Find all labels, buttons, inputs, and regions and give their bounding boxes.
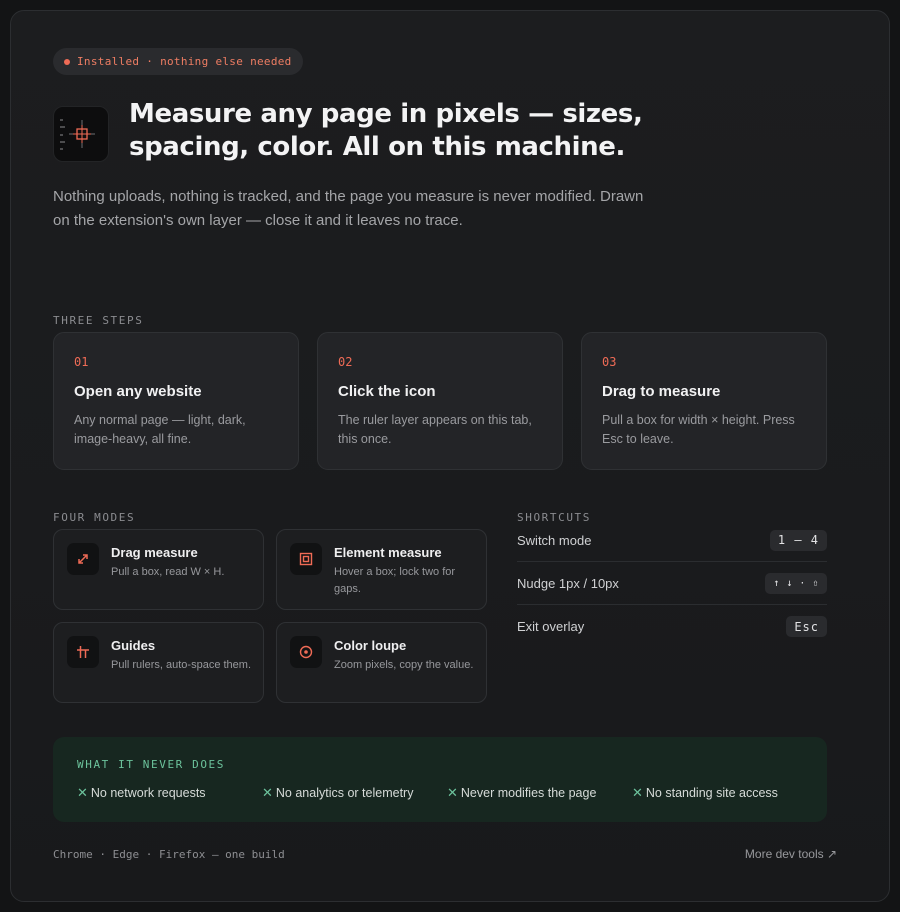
never-item-label: No standing site access: [645, 786, 778, 800]
step-description: Any normal page — light, dark, image-hea…: [74, 413, 246, 446]
step-card-2: 02 Click the icon The ruler layer appear…: [317, 332, 563, 470]
mode-description: Hover a box; lock two for gaps.: [334, 566, 456, 595]
color-loupe-icon: [290, 636, 322, 668]
cross-icon: ✕: [632, 785, 643, 800]
mode-title: Drag measure: [111, 545, 198, 560]
mode-description: Pull rulers, auto-space them.: [111, 659, 252, 671]
cross-icon: ✕: [262, 785, 273, 800]
shortcut-keys: Esc: [786, 616, 827, 637]
never-item: ✕ No network requests: [77, 785, 206, 801]
never-does-label: WHAT IT NEVER DOES: [77, 758, 226, 771]
element-box-icon: [290, 543, 322, 575]
mode-description: Zoom pixels, copy the value.: [334, 659, 474, 671]
never-item-label: Never modifies the page: [460, 786, 597, 800]
never-does-panel: WHAT IT NEVER DOES ✕ No network requests…: [53, 737, 827, 822]
step-number: 03: [602, 355, 617, 369]
page-title: Measure any page in pixels — sizes, spac…: [129, 99, 643, 162]
step-card-3: 03 Drag to measure Pull a box for width …: [581, 332, 827, 470]
steps-section-label: THREE STEPS: [53, 314, 144, 327]
mode-card-guides[interactable]: Guides Pull rulers, auto-space them.: [53, 622, 264, 703]
mode-card-element-measure[interactable]: Element measure Hover a box; lock two fo…: [276, 529, 487, 610]
modes-section-label: FOUR MODES: [53, 511, 136, 524]
step-number: 01: [74, 355, 89, 369]
mode-title: Guides: [111, 638, 156, 653]
cross-icon: ✕: [77, 785, 88, 800]
guides-icon: [67, 636, 99, 668]
cross-icon: ✕: [447, 785, 458, 800]
supported-browsers: Chrome · Edge · Firefox — one build: [53, 848, 285, 861]
mode-card-color-loupe[interactable]: Color loupe Zoom pixels, copy the value.: [276, 622, 487, 703]
step-description: The ruler layer appears on this tab, thi…: [338, 413, 532, 446]
mode-title: Element measure: [334, 545, 442, 560]
mode-card-drag-measure[interactable]: Drag measure Pull a box, read W × H.: [53, 529, 264, 610]
shortcut-action: Switch mode: [517, 532, 592, 548]
status-badge: Installed · nothing else needed: [53, 48, 303, 75]
step-title: Click the icon: [338, 383, 436, 400]
status-dot-icon: [64, 58, 70, 65]
page-subtitle: Nothing uploads, nothing is tracked, and…: [53, 188, 644, 229]
shortcut-action: Nudge 1px / 10px: [517, 575, 619, 591]
mode-description: Pull a box, read W × H.: [111, 566, 225, 578]
never-item: ✕ No standing site access: [632, 785, 778, 801]
shortcut-action: Exit overlay: [517, 619, 585, 634]
shortcut-keys: ↑ ↓ · ⇧: [765, 572, 827, 594]
never-item-label: No network requests: [90, 786, 206, 800]
more-dev-tools-link[interactable]: More dev tools ↗: [745, 847, 837, 861]
step-title: Drag to measure: [602, 383, 721, 400]
crosshair-ruler-icon: [53, 106, 109, 162]
shortcut-row-switch-mode: Switch mode 1 – 4: [517, 519, 827, 562]
drag-arrows-icon: [67, 543, 99, 575]
step-description: Pull a box for width × height. Press Esc…: [602, 413, 795, 446]
shortcut-row-nudge: Nudge 1px / 10px ↑ ↓ · ⇧: [517, 562, 827, 605]
shortcut-keys: 1 – 4: [769, 529, 827, 551]
shortcut-row-exit: Exit overlay Esc: [517, 605, 827, 648]
step-title: Open any website: [74, 383, 202, 400]
status-badge-label: Installed · nothing else needed: [77, 55, 292, 68]
step-card-1: 01 Open any website Any normal page — li…: [53, 332, 299, 470]
never-item-label: No analytics or telemetry: [275, 786, 414, 800]
mode-title: Color loupe: [334, 638, 407, 653]
step-number: 02: [338, 355, 353, 369]
never-item: ✕ Never modifies the page: [447, 785, 596, 801]
never-item: ✕ No analytics or telemetry: [262, 785, 413, 801]
